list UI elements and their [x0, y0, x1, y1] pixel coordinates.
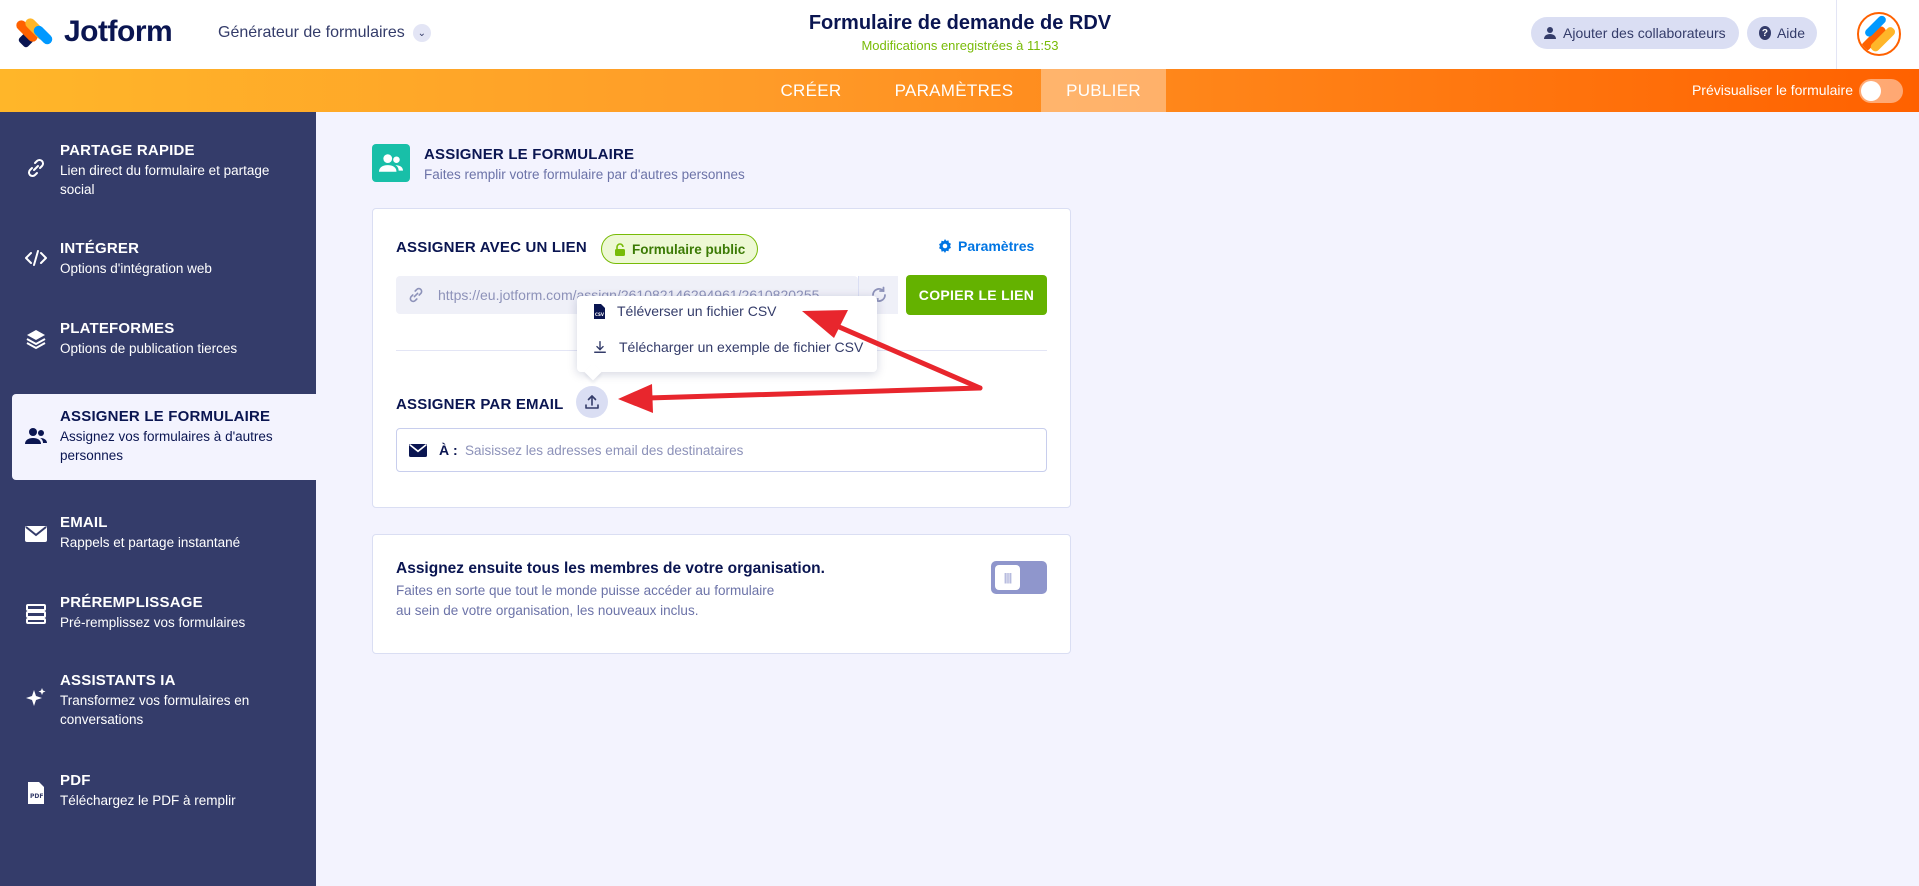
download-icon	[594, 341, 606, 353]
sidebar-item-subtitle: Options de publication tierces	[60, 341, 238, 356]
upload-icon	[585, 395, 599, 409]
add-collaborators-label: Ajouter des collaborateurs	[1563, 25, 1726, 41]
link-settings-button[interactable]: Paramètres	[938, 238, 1034, 254]
download-sample-csv-option[interactable]: Télécharger un exemple de fichier CSV	[593, 332, 863, 362]
users-icon	[24, 424, 48, 448]
sidebar-item-email[interactable]: EMAIL Rappels et partage instantané	[12, 506, 316, 562]
builder-dropdown[interactable]: Générateur de formulaires ⌄	[218, 24, 431, 42]
sidebar-item-title: PLATEFORMES	[60, 320, 175, 337]
assign-form-icon	[372, 144, 410, 182]
link-icon	[24, 156, 48, 180]
download-sample-csv-label: Télécharger un exemple de fichier CSV	[619, 339, 864, 355]
help-button[interactable]: ? Aide	[1747, 17, 1817, 49]
form-title-block: Formulaire de demande de RDV Modificatio…	[700, 12, 1220, 53]
sidebar-item-subtitle: Pré-remplissez vos formulaires	[60, 615, 246, 630]
sidebar-item-subtitle: Téléchargez le PDF à remplir	[60, 793, 236, 808]
builder-nav: CRÉER PARAMÈTRES PUBLIER Prévisualiser l…	[0, 69, 1919, 112]
publish-sidebar: PARTAGE RAPIDE Lien direct du formulaire…	[0, 112, 316, 886]
sidebar-item-subtitle: Transformez vos formulaires en conversat…	[60, 693, 250, 727]
preview-toggle-knob	[1861, 81, 1881, 101]
sidebar-item-platforms[interactable]: PLATEFORMES Options de publication tierc…	[12, 312, 316, 368]
sidebar-item-title: EMAIL	[60, 514, 108, 531]
chevron-down-icon: ⌄	[412, 24, 431, 42]
sidebar-item-title: INTÉGRER	[60, 240, 140, 257]
preview-label: Prévisualiser le formulaire	[1691, 82, 1853, 98]
csv-file-icon: CSV	[594, 303, 605, 319]
envelope-icon	[24, 522, 48, 546]
org-toggle-knob: ||||	[995, 565, 1020, 590]
sidebar-item-title: ASSISTANTS IA	[60, 672, 176, 689]
svg-text:PDF: PDF	[30, 793, 43, 800]
preview-toggle[interactable]	[1859, 79, 1903, 103]
envelope-icon	[409, 443, 427, 458]
tab-publish[interactable]: PUBLIER	[1041, 69, 1166, 112]
copy-link-button[interactable]: COPIER LE LIEN	[906, 275, 1047, 315]
sidebar-item-prefill[interactable]: PRÉREMPLISSAGE Pré-remplissez vos formul…	[12, 586, 316, 642]
code-icon	[24, 246, 48, 270]
form-title[interactable]: Formulaire de demande de RDV	[700, 12, 1220, 35]
avatar-logo-icon	[1861, 15, 1896, 52]
tab-create[interactable]: CRÉER	[768, 69, 854, 112]
email-input-placeholder: Saisissez les adresses email des destina…	[465, 443, 744, 458]
builder-label: Générateur de formulaires	[218, 24, 405, 41]
avatar[interactable]	[1857, 12, 1901, 56]
add-collaborators-button[interactable]: Ajouter des collaborateurs	[1531, 17, 1739, 49]
email-to-label: À :	[439, 442, 458, 458]
link-settings-label: Paramètres	[958, 238, 1035, 254]
question-icon: ?	[1759, 26, 1771, 40]
user-icon	[1544, 27, 1556, 39]
layers-icon	[24, 327, 48, 351]
csv-options-menu: CSV Téléverser un fichier CSV Télécharge…	[577, 296, 877, 372]
svg-text:CSV: CSV	[595, 312, 605, 317]
org-assign-title: Assignez ensuite tous les membres de vot…	[396, 560, 825, 577]
sidebar-item-title: ASSIGNER LE FORMULAIRE	[60, 408, 271, 425]
link-icon	[409, 287, 423, 303]
sidebar-item-title: PARTAGE RAPIDE	[60, 142, 195, 159]
sidebar-item-title: PDF	[60, 772, 91, 789]
upload-csv-label: Téléverser un fichier CSV	[617, 303, 777, 319]
sidebar-item-quick-share[interactable]: PARTAGE RAPIDE Lien direct du formulaire…	[12, 134, 316, 206]
sidebar-item-subtitle: Lien direct du formulaire et partage soc…	[60, 163, 270, 197]
logo-text: Jotform	[64, 15, 173, 48]
jotform-logo-icon	[14, 14, 55, 50]
pdf-icon: PDF	[24, 781, 48, 805]
sidebar-item-pdf[interactable]: PDF PDF Téléchargez le PDF à remplir	[12, 764, 316, 820]
save-status: Modifications enregistrées à 11:53	[861, 38, 1059, 53]
tab-settings[interactable]: PARAMÈTRES	[882, 69, 1026, 112]
lock-open-icon	[615, 242, 625, 256]
upload-csv-option[interactable]: CSV Téléverser un fichier CSV	[593, 296, 777, 326]
sidebar-item-subtitle: Options d'intégration web	[60, 261, 212, 276]
header-divider	[1836, 0, 1837, 69]
sidebar-item-assign-form[interactable]: ASSIGNER LE FORMULAIRE Assignez vos form…	[12, 394, 316, 480]
gear-icon	[939, 239, 951, 253]
section-title: ASSIGNER LE FORMULAIRE	[424, 146, 635, 163]
jotform-logo[interactable]: Jotform	[14, 14, 173, 50]
assign-email-label: ASSIGNER PAR EMAIL	[396, 396, 564, 413]
sidebar-item-subtitle: Assignez vos formulaires à d'autres pers…	[60, 429, 273, 463]
prefill-icon	[24, 602, 48, 626]
sidebar-item-title: PRÉREMPLISSAGE	[60, 594, 203, 611]
sidebar-item-ai-agents[interactable]: ASSISTANTS IA Transformez vos formulaire…	[12, 664, 316, 736]
sparkle-icon	[24, 686, 48, 710]
public-form-badge[interactable]: Formulaire public	[601, 234, 759, 264]
top-header: Jotform Générateur de formulaires ⌄ Form…	[0, 0, 1919, 69]
sidebar-item-embed[interactable]: INTÉGRER Options d'intégration web	[12, 232, 316, 288]
assign-link-label: ASSIGNER AVEC UN LIEN	[396, 239, 587, 256]
section-subtitle: Faites remplir votre formulaire par d'au…	[424, 167, 745, 182]
email-recipients-field[interactable]: À : Saisissez les adresses email des des…	[396, 428, 1047, 472]
org-assign-toggle[interactable]: ||||	[991, 561, 1047, 594]
org-assign-description: Faites en sorte que tout le monde puisse…	[396, 583, 775, 618]
sidebar-item-subtitle: Rappels et partage instantané	[60, 535, 241, 550]
upload-csv-button[interactable]	[576, 386, 608, 418]
public-badge-label: Formulaire public	[632, 241, 746, 257]
help-label: Aide	[1776, 25, 1805, 41]
